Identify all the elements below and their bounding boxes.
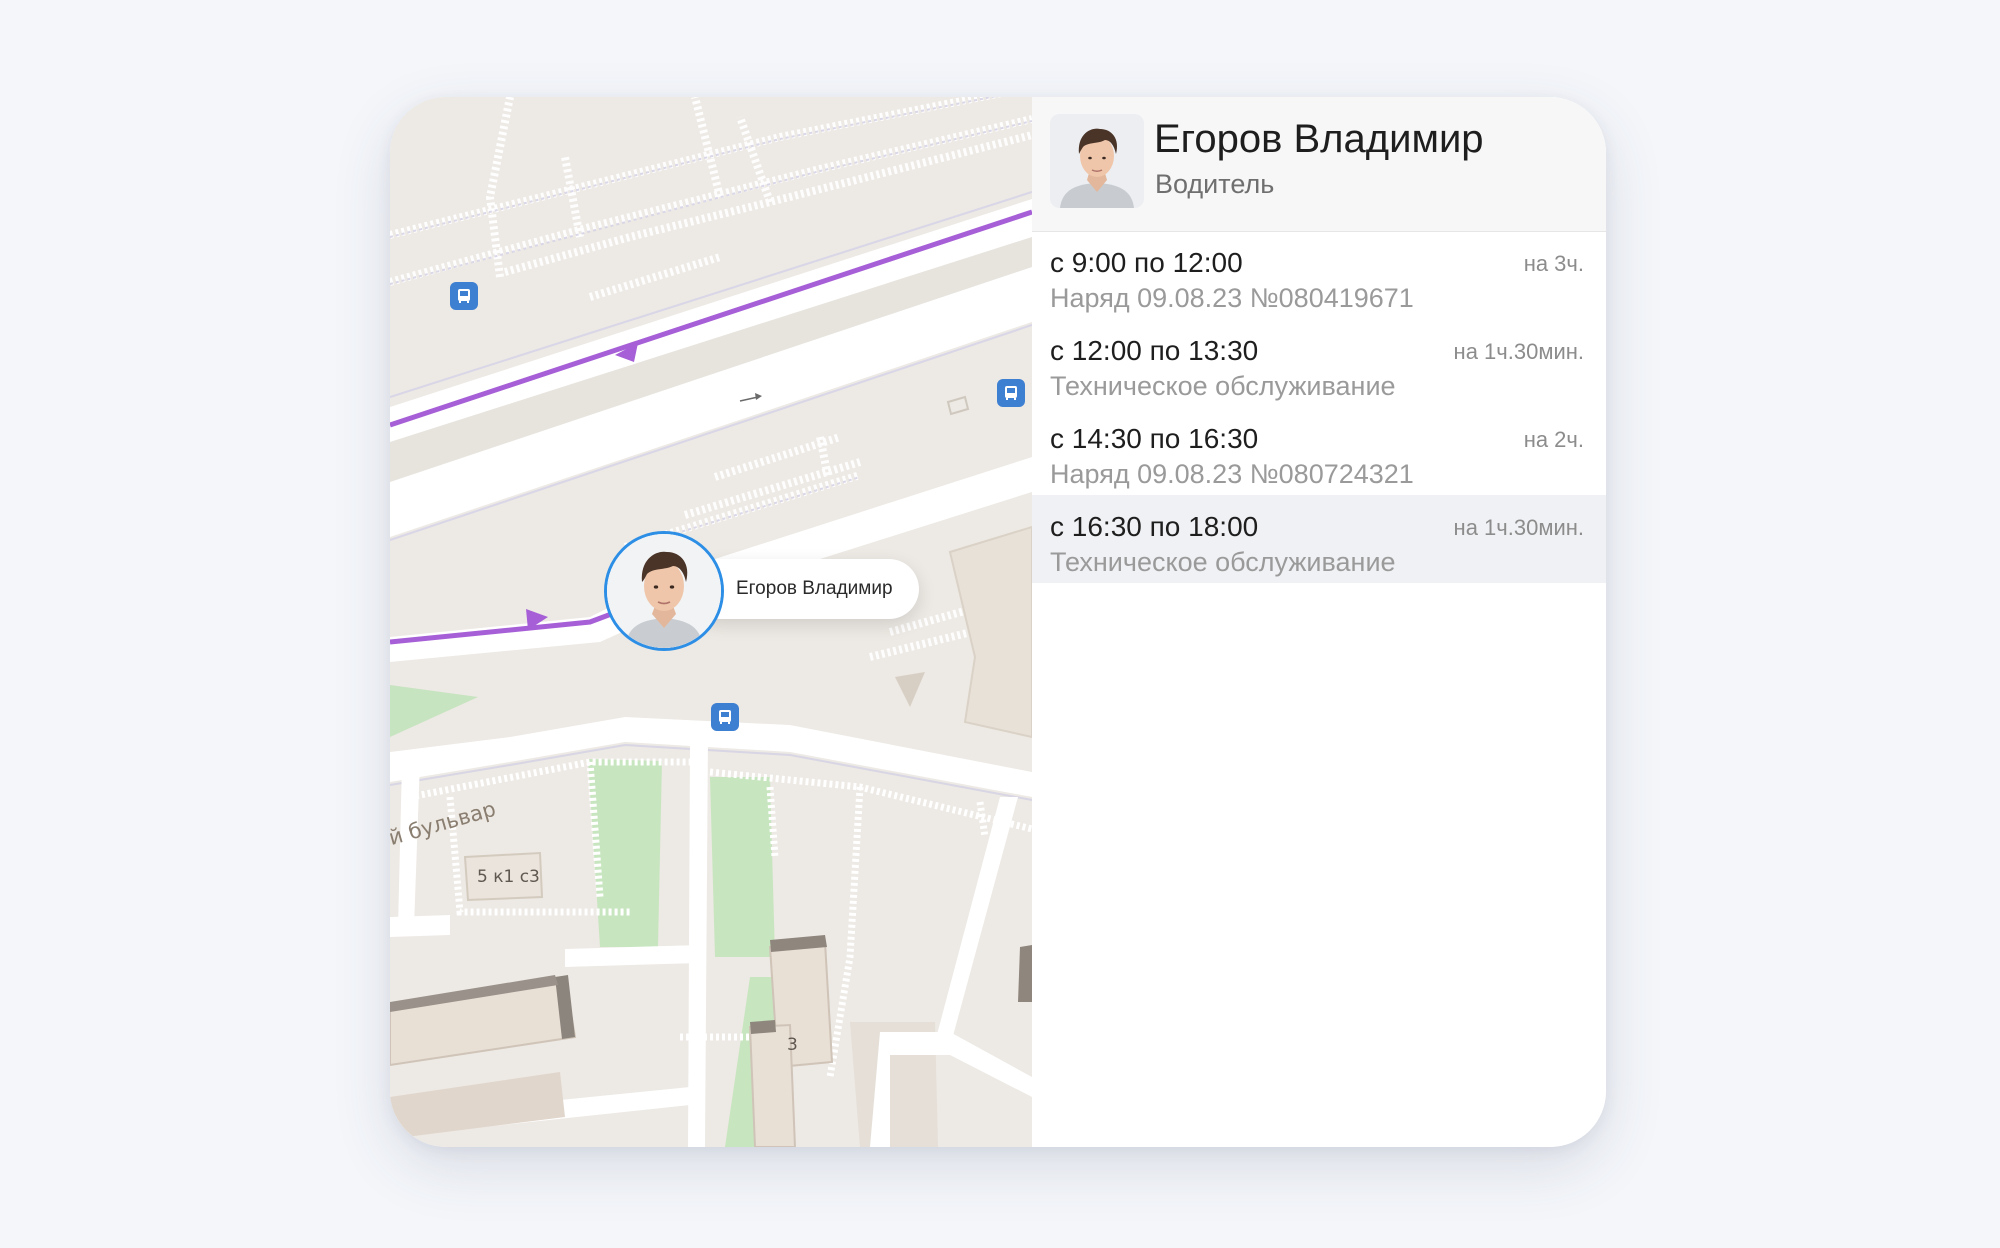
driver-role: Водитель	[1155, 169, 1275, 199]
slot-time: с 14:30 по 16:30	[1050, 423, 1259, 454]
slot-description: Техническое обслуживание	[1050, 371, 1396, 401]
driver-map-marker[interactable]	[604, 531, 724, 651]
slot-description: Наряд 09.08.23 №080419671	[1050, 283, 1414, 313]
slot-duration: на 3ч.	[1523, 251, 1584, 276]
house-number: 3	[787, 1035, 798, 1055]
driver-photo-icon	[1050, 114, 1144, 208]
schedule-item[interactable]: с 12:00 по 13:30 на 1ч.30мин. Техническо…	[1032, 319, 1606, 407]
slot-time: с 9:00 по 12:00	[1050, 247, 1243, 278]
avatar	[1050, 114, 1144, 208]
driver-info-panel: Егоров Владимир Водитель с 9:00 по 12:00…	[1032, 97, 1606, 1147]
slot-duration: на 2ч.	[1523, 427, 1584, 452]
driver-card: й бульвар 5 к1 с3 3 Егоров Владимир Егор…	[390, 97, 1606, 1147]
slot-description: Техническое обслуживание	[1050, 547, 1396, 577]
house-number: 5 к1 с3	[477, 867, 540, 887]
driver-name: Егоров Владимир	[1154, 117, 1484, 161]
driver-marker-label[interactable]: Егоров Владимир	[690, 559, 919, 619]
schedule-item[interactable]: с 14:30 по 16:30 на 2ч. Наряд 09.08.23 №…	[1032, 407, 1606, 495]
map-view[interactable]: й бульвар 5 к1 с3 3 Егоров Владимир	[390, 97, 1032, 1147]
schedule-item-selected[interactable]: с 16:30 по 18:00 на 1ч.30мин. Техническо…	[1032, 495, 1606, 583]
slot-time: с 16:30 по 18:00	[1050, 511, 1259, 542]
slot-description: Наряд 09.08.23 №080724321	[1050, 459, 1414, 489]
schedule-item[interactable]: с 9:00 по 12:00 на 3ч. Наряд 09.08.23 №0…	[1032, 231, 1606, 319]
bus-stop-icon[interactable]	[997, 379, 1025, 407]
slot-duration: на 1ч.30мин.	[1453, 515, 1584, 540]
schedule-list: с 9:00 по 12:00 на 3ч. Наряд 09.08.23 №0…	[1032, 231, 1606, 583]
slot-duration: на 1ч.30мин.	[1453, 339, 1584, 364]
driver-header: Егоров Владимир Водитель	[1032, 97, 1606, 232]
bus-stop-icon[interactable]	[450, 282, 478, 310]
slot-time: с 12:00 по 13:30	[1050, 335, 1259, 366]
bus-stop-icon[interactable]	[711, 703, 739, 731]
driver-avatar-icon	[607, 534, 721, 648]
